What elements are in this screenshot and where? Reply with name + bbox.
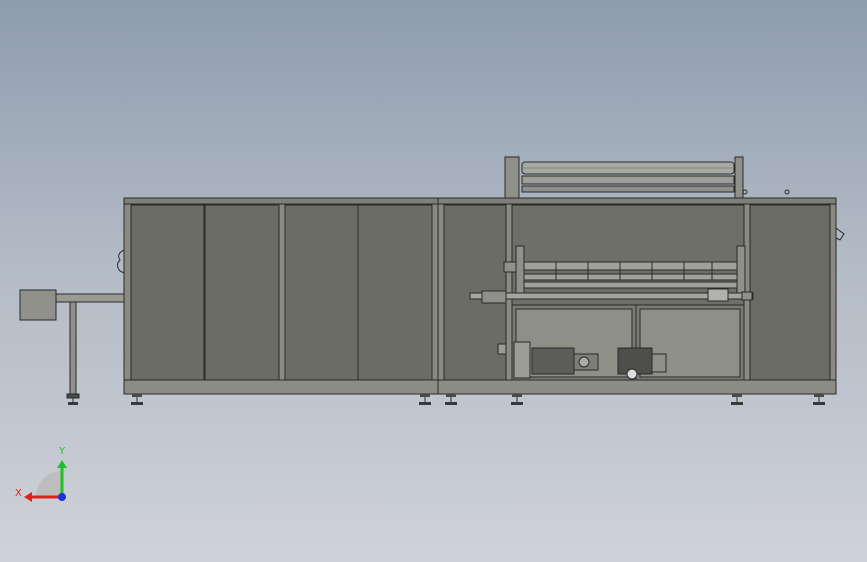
coordinate-triad: X Y xyxy=(15,446,67,502)
door-panel-1 xyxy=(130,204,205,381)
motor-housing xyxy=(531,347,575,375)
x-axis-label: X xyxy=(15,488,22,499)
door-panel-4 xyxy=(357,204,433,381)
left-enclosure xyxy=(117,197,439,405)
left-enclosure-feet xyxy=(131,394,431,405)
right-latch xyxy=(835,227,845,241)
left-enclosure-bottombar xyxy=(123,379,439,395)
z-axis-dot xyxy=(58,493,66,501)
door-panel-2 xyxy=(204,204,280,381)
top-roller-assembly xyxy=(504,156,790,199)
left-enclosure-topbar xyxy=(123,197,439,205)
roller-left-bracket xyxy=(504,156,520,199)
infeed-foot xyxy=(66,393,80,399)
door-panel-3 xyxy=(284,204,359,381)
cad-viewport[interactable]: X Y xyxy=(0,0,867,562)
infeed-leg xyxy=(69,301,77,395)
roller-right-bracket xyxy=(734,156,744,199)
infeed-conveyor xyxy=(19,289,125,405)
infeed-rail xyxy=(55,293,125,303)
left-hinge xyxy=(117,249,125,274)
triad-xy-plane xyxy=(36,471,62,497)
inner-roller-3 xyxy=(523,281,738,289)
right-door-right xyxy=(749,204,831,381)
y-axis-label: Y xyxy=(58,446,66,457)
right-enclosure-feet xyxy=(445,394,825,405)
infeed-box xyxy=(19,289,57,321)
motor-pulley xyxy=(578,356,590,368)
